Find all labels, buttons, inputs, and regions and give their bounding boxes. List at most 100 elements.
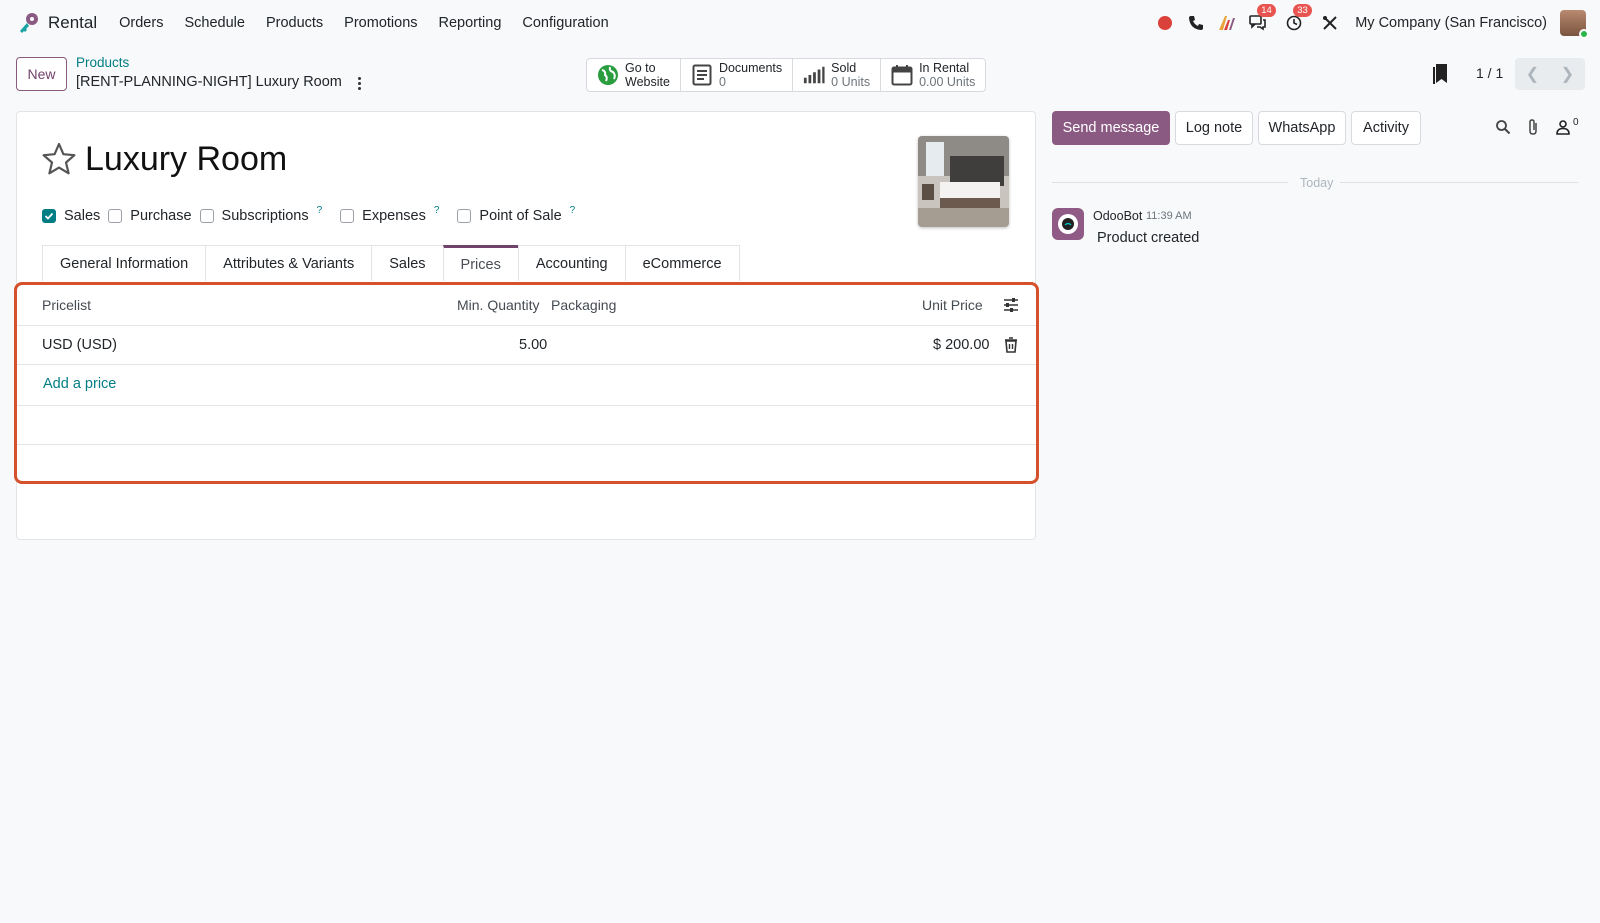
product-type-checkboxes: Sales Purchase Subscriptions ? Expenses … bbox=[42, 205, 593, 226]
header-unit-price[interactable]: Unit Price bbox=[922, 297, 983, 313]
log-note-button[interactable]: Log note bbox=[1175, 111, 1253, 145]
stat-title: Sold bbox=[831, 61, 857, 75]
stat-value: 0 bbox=[718, 75, 726, 89]
pager-nav: ❮ ❯ bbox=[1515, 58, 1585, 90]
chevron-right-icon[interactable]: ❯ bbox=[1550, 58, 1585, 90]
form-tabs: General Information Attributes & Variant… bbox=[42, 245, 740, 281]
help-tooltip-icon[interactable]: ? bbox=[317, 205, 323, 216]
breadcrumb-products[interactable]: Products bbox=[76, 55, 129, 70]
followers-count: 0 bbox=[1573, 117, 1579, 128]
cell-min-quantity[interactable]: 5.00 bbox=[519, 337, 547, 353]
help-tooltip-icon[interactable]: ? bbox=[434, 205, 440, 216]
table-header: Pricelist Min. Quantity Packaging Unit P… bbox=[17, 285, 1036, 326]
menu-schedule[interactable]: Schedule bbox=[184, 15, 244, 31]
menu-products[interactable]: Products bbox=[266, 15, 323, 31]
messages-icon[interactable]: 14 bbox=[1247, 4, 1276, 34]
messages-badge: 14 bbox=[1257, 4, 1276, 17]
checkbox-label: Subscriptions bbox=[221, 208, 309, 224]
online-status-icon bbox=[1579, 29, 1589, 39]
navbar-systray: 14 33 My Company (San Francisco) bbox=[1149, 0, 1589, 46]
header-pricelist[interactable]: Pricelist bbox=[42, 297, 91, 313]
stat-title: In Rental bbox=[919, 61, 970, 75]
subscriptions-checkbox[interactable]: Subscriptions ? bbox=[199, 205, 333, 224]
point-of-sale-checkbox[interactable]: Point of Sale ? bbox=[457, 205, 585, 224]
actions-menu-icon[interactable] bbox=[352, 74, 366, 92]
top-navbar: Rental Orders Schedule Products Promotio… bbox=[0, 0, 1600, 46]
pricelist-table: Pricelist Min. Quantity Packaging Unit P… bbox=[14, 282, 1039, 484]
user-avatar[interactable] bbox=[1560, 10, 1589, 39]
checkbox-box bbox=[108, 209, 123, 223]
table-row[interactable]: USD (USD) 5.00 $ 200.00 bbox=[17, 326, 1036, 365]
go-to-website-button[interactable]: Go to Website bbox=[587, 59, 681, 91]
ai-assistant-icon[interactable] bbox=[1216, 12, 1238, 34]
smart-buttons: Go to Website Documents 0 Sold 0 Units I… bbox=[586, 58, 987, 92]
checkbox-box bbox=[340, 209, 355, 223]
message-author[interactable]: OdooBot bbox=[1093, 209, 1142, 223]
add-line-row: Add a price bbox=[17, 365, 1036, 406]
menu-orders[interactable]: Orders bbox=[119, 15, 163, 31]
add-price-link[interactable]: Add a price bbox=[43, 376, 116, 392]
empty-row bbox=[17, 406, 1036, 445]
activities-badge: 33 bbox=[1293, 4, 1312, 17]
checkbox-label: Purchase bbox=[130, 208, 192, 224]
document-icon bbox=[691, 64, 713, 86]
stat-value: 0 Units bbox=[831, 75, 871, 89]
checkbox-label: Expenses bbox=[362, 208, 426, 224]
checkbox-label: Sales bbox=[64, 208, 101, 224]
stat-title: Documents bbox=[718, 61, 783, 75]
record-icon[interactable] bbox=[1154, 12, 1176, 34]
help-tooltip-icon[interactable]: ? bbox=[570, 205, 576, 216]
chevron-left-icon[interactable]: ❮ bbox=[1515, 58, 1550, 90]
product-name-field[interactable]: Luxury Room bbox=[85, 140, 287, 179]
column-settings-icon[interactable] bbox=[1002, 296, 1020, 314]
stat-value: 0.00 Units bbox=[919, 75, 976, 89]
tab-accounting[interactable]: Accounting bbox=[517, 245, 626, 281]
send-message-button[interactable]: Send message bbox=[1052, 111, 1170, 145]
app-name[interactable]: Rental bbox=[48, 13, 97, 33]
cell-pricelist[interactable]: USD (USD) bbox=[42, 337, 117, 353]
phone-icon[interactable] bbox=[1185, 12, 1207, 34]
menu-configuration[interactable]: Configuration bbox=[522, 15, 608, 31]
menu-promotions[interactable]: Promotions bbox=[344, 15, 417, 31]
tab-ecommerce[interactable]: eCommerce bbox=[624, 245, 740, 281]
sold-button[interactable]: Sold 0 Units bbox=[793, 59, 882, 91]
new-button[interactable]: New bbox=[16, 57, 67, 91]
documents-button[interactable]: Documents 0 bbox=[681, 59, 794, 91]
tab-general-information[interactable]: General Information bbox=[42, 245, 207, 281]
rental-app-icon[interactable] bbox=[16, 10, 42, 36]
cell-unit-price[interactable]: $ 200.00 bbox=[933, 337, 989, 353]
checkbox-label: Point of Sale bbox=[479, 208, 562, 224]
pager-value[interactable]: 1 / 1 bbox=[1476, 65, 1503, 81]
tab-prices[interactable]: Prices bbox=[442, 245, 519, 281]
checkbox-box bbox=[457, 209, 472, 223]
checkmark-icon bbox=[42, 209, 56, 223]
stat-value: Website bbox=[625, 75, 670, 89]
header-packaging[interactable]: Packaging bbox=[551, 297, 616, 313]
trash-icon[interactable] bbox=[1002, 336, 1020, 354]
tab-attributes-variants[interactable]: Attributes & Variants bbox=[205, 245, 373, 281]
paperclip-icon[interactable] bbox=[1523, 117, 1543, 137]
star-favorite-icon[interactable] bbox=[42, 142, 76, 176]
message-body: Product created bbox=[1097, 230, 1200, 246]
whatsapp-button[interactable]: WhatsApp bbox=[1258, 111, 1346, 145]
menu-reporting[interactable]: Reporting bbox=[439, 15, 502, 31]
tools-icon[interactable] bbox=[1319, 12, 1341, 34]
purchase-checkbox[interactable]: Purchase bbox=[108, 208, 192, 224]
header-min-quantity[interactable]: Min. Quantity bbox=[457, 297, 539, 313]
in-rental-button[interactable]: In Rental 0.00 Units bbox=[881, 59, 985, 91]
company-switcher[interactable]: My Company (San Francisco) bbox=[1355, 15, 1547, 31]
sales-checkbox[interactable]: Sales bbox=[42, 208, 100, 224]
today-label: Today bbox=[1296, 176, 1338, 190]
tab-sales[interactable]: Sales bbox=[371, 245, 444, 281]
followers-icon[interactable] bbox=[1553, 117, 1573, 137]
activity-clock-icon[interactable]: 33 bbox=[1283, 4, 1312, 34]
expenses-checkbox[interactable]: Expenses ? bbox=[340, 205, 449, 224]
activity-button[interactable]: Activity bbox=[1351, 111, 1421, 145]
product-image[interactable] bbox=[918, 136, 1009, 227]
globe-icon bbox=[597, 64, 619, 86]
bookmark-icon[interactable] bbox=[1432, 63, 1452, 85]
search-icon[interactable] bbox=[1493, 117, 1513, 137]
signal-bars-icon bbox=[803, 64, 825, 86]
stat-title: Go to bbox=[625, 61, 656, 75]
odoobot-avatar[interactable] bbox=[1052, 208, 1084, 240]
